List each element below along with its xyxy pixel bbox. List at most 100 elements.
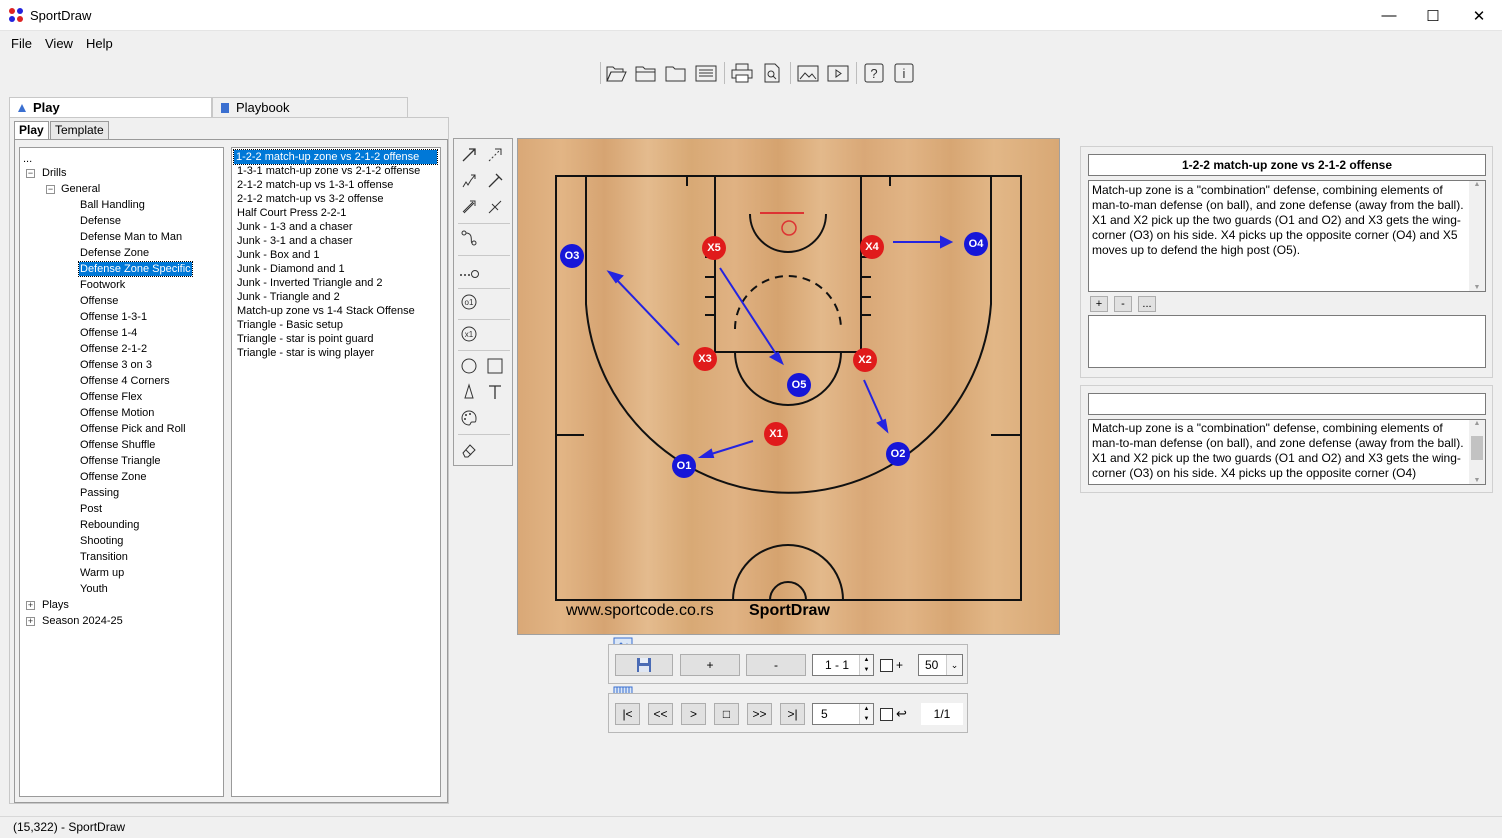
tree-item[interactable]: Offense Pick and Roll — [79, 422, 187, 436]
tree-item[interactable]: Rebounding — [79, 518, 140, 532]
remove-frame-button[interactable]: - — [746, 654, 806, 676]
frame-description-scrollbar[interactable]: ▲ ▼ — [1469, 420, 1485, 484]
play-button[interactable]: > — [681, 703, 706, 725]
color-palette-icon[interactable] — [458, 407, 480, 429]
tree-item[interactable]: Footwork — [79, 278, 126, 292]
tree-item[interactable]: Offense 1-4 — [79, 326, 138, 340]
frame-spinner[interactable]: 1 - 1 ▲ ▼ — [812, 654, 874, 676]
arrow-solid-icon[interactable] — [458, 144, 480, 166]
last-frame-button[interactable]: >| — [780, 703, 805, 725]
player-x4[interactable]: X4 — [860, 235, 884, 259]
open-folder-icon[interactable] — [632, 60, 660, 86]
tree-item[interactable]: Youth — [79, 582, 109, 596]
expand-toggle-icon[interactable]: + — [26, 601, 35, 610]
tree-item[interactable]: Offense 2-1-2 — [79, 342, 148, 356]
play-list-item[interactable]: 1-2-2 match-up zone vs 2-1-2 offense — [233, 149, 438, 165]
image-icon[interactable] — [794, 60, 822, 86]
play-list-item[interactable]: Triangle - star is point guard — [235, 332, 376, 346]
tree-item[interactable]: Transition — [79, 550, 129, 564]
player-o3[interactable]: O3 — [560, 244, 584, 268]
basketball-court[interactable]: O3 X5 X4 O4 X3 X2 O5 X1 O1 O2 www.sportcode.co.rs… — [517, 138, 1060, 635]
play-list-item[interactable]: Triangle - star is wing player — [235, 346, 376, 360]
play-list-item[interactable]: Junk - Inverted Triangle and 2 — [235, 276, 385, 290]
print-icon[interactable] — [728, 60, 756, 86]
stop-button[interactable]: □ — [714, 703, 739, 725]
tree-item[interactable]: Offense Flex — [79, 390, 143, 404]
tree-node-drills[interactable]: Drills — [42, 166, 66, 180]
print-preview-icon[interactable] — [758, 60, 786, 86]
eraser-icon[interactable] — [458, 439, 480, 461]
tree-item[interactable]: Offense 4 Corners — [79, 374, 171, 388]
open-file-icon[interactable] — [602, 60, 630, 86]
video-icon[interactable] — [824, 60, 852, 86]
arrow-dashed-icon[interactable] — [484, 144, 506, 166]
play-list-item[interactable]: Half Court Press 2-2-1 — [235, 206, 348, 220]
line-cross-icon[interactable] — [484, 196, 506, 218]
circle-shape-icon[interactable] — [458, 355, 480, 377]
tree-item[interactable]: Offense 3 on 3 — [79, 358, 153, 372]
offense-player-icon[interactable]: o1 — [458, 291, 480, 313]
menu-file[interactable]: File — [11, 36, 32, 51]
tab-play[interactable]: Play — [9, 97, 212, 117]
fast-forward-button[interactable]: >> — [747, 703, 772, 725]
play-title-field[interactable]: 1-2-2 match-up zone vs 2-1-2 offense — [1088, 154, 1486, 176]
player-o1[interactable]: O1 — [672, 454, 696, 478]
player-x5[interactable]: X5 — [702, 236, 726, 260]
close-button[interactable]: ✕ — [1456, 0, 1502, 31]
play-description-field[interactable]: Match-up zone is a "combination" defense… — [1088, 180, 1486, 292]
player-o2[interactable]: O2 — [886, 442, 910, 466]
play-list-item[interactable]: 2-1-2 match-up vs 1-3-1 offense — [235, 178, 395, 192]
play-list-item[interactable]: Junk - Box and 1 — [235, 248, 322, 262]
play-list-item[interactable]: Match-up zone vs 1-4 Stack Offense — [235, 304, 417, 318]
expand-toggle-icon[interactable]: − — [26, 169, 35, 178]
tree-item[interactable]: Offense 1-3-1 — [79, 310, 148, 324]
cone-icon[interactable] — [458, 381, 480, 403]
minimize-button[interactable]: — — [1366, 0, 1412, 31]
tab-playbook[interactable]: Playbook — [212, 97, 408, 117]
category-tree[interactable]: ... − Drills − General Ball Handling Defe… — [19, 147, 224, 797]
player-o5[interactable]: O5 — [787, 373, 811, 397]
first-frame-button[interactable]: |< — [615, 703, 640, 725]
zoom-select[interactable]: 50 ⌄ — [918, 654, 963, 676]
tree-item[interactable]: Defense Zone Specific — [78, 261, 193, 277]
tree-item[interactable]: Offense Shuffle — [79, 438, 156, 452]
play-list[interactable]: 1-2-2 match-up zone vs 2-1-2 offense 1-3-… — [231, 147, 441, 797]
speed-spinner[interactable]: 5 ▲ ▼ — [812, 703, 874, 725]
list-icon[interactable] — [692, 60, 720, 86]
frame-title-field[interactable] — [1088, 393, 1486, 415]
arrow-double-icon[interactable] — [458, 196, 480, 218]
remove-description-button[interactable]: - — [1114, 296, 1132, 312]
folder-icon[interactable] — [662, 60, 690, 86]
tree-node-season[interactable]: Season 2024-25 — [42, 614, 123, 628]
dribble-dots-icon[interactable] — [458, 262, 480, 284]
play-list-item[interactable]: Triangle - Basic setup — [235, 318, 345, 332]
player-o4[interactable]: O4 — [964, 232, 988, 256]
expand-toggle-icon[interactable]: + — [26, 617, 35, 626]
loop-checkbox[interactable] — [880, 708, 893, 721]
tree-item[interactable]: Warm up — [79, 566, 125, 580]
defense-player-icon[interactable]: x1 — [458, 323, 480, 345]
tree-item[interactable]: Defense Zone — [79, 246, 150, 260]
rewind-button[interactable]: << — [648, 703, 673, 725]
more-description-button[interactable]: ... — [1138, 296, 1156, 312]
tree-item[interactable]: Offense Zone — [79, 470, 147, 484]
description-scrollbar[interactable]: ▲ ▼ — [1469, 181, 1485, 291]
player-x3[interactable]: X3 — [693, 347, 717, 371]
play-list-item[interactable]: 1-3-1 match-up zone vs 2-1-2 offense — [235, 164, 422, 178]
subtab-template[interactable]: Template — [50, 121, 109, 139]
path-curve-icon[interactable] — [458, 227, 480, 249]
notes-field[interactable] — [1088, 315, 1486, 368]
play-list-item[interactable]: Junk - 3-1 and a chaser — [235, 234, 355, 248]
info-icon[interactable]: i — [890, 60, 918, 86]
tree-node-plays[interactable]: Plays — [42, 598, 69, 612]
tree-item[interactable]: Shooting — [79, 534, 124, 548]
frame-description-field[interactable]: Match-up zone is a "combination" defense… — [1088, 419, 1486, 485]
tree-item[interactable]: Post — [79, 502, 103, 516]
expand-toggle-icon[interactable]: − — [46, 185, 55, 194]
play-list-item[interactable]: Junk - Diamond and 1 — [235, 262, 347, 276]
help-icon[interactable]: ? — [860, 60, 888, 86]
play-list-item[interactable]: 2-1-2 match-up vs 3-2 offense — [235, 192, 386, 206]
tree-root[interactable]: ... — [23, 152, 32, 166]
arrow-zigzag-icon[interactable] — [458, 170, 480, 192]
tree-item[interactable]: Defense — [79, 214, 122, 228]
